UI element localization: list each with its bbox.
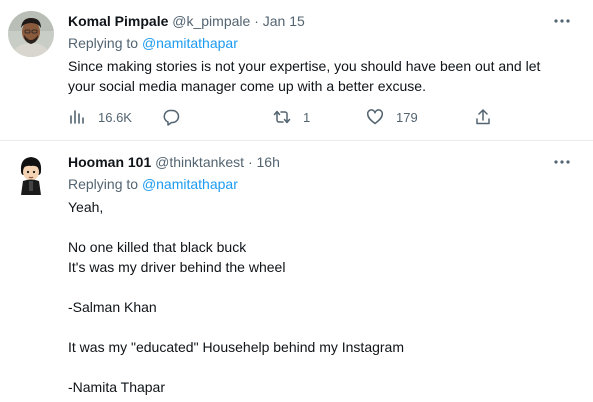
avatar[interactable] [8, 11, 54, 57]
display-name[interactable]: Hooman 101 [68, 154, 151, 170]
replying-to-mention[interactable]: @namitathapar [142, 35, 238, 51]
more-options-button[interactable] [553, 153, 571, 171]
tweet-actions: 16.6K 1 179 [68, 107, 573, 127]
tweet-header: Hooman 101 @thinktankest · 16h [68, 152, 280, 172]
tweet-text-line: It's was my driver behind the wheel [68, 259, 286, 275]
user-handle[interactable]: @k_pimpale [172, 13, 250, 29]
replying-to-line: Replying to @namitathapar [68, 174, 238, 194]
avatar-photo-icon [8, 11, 54, 57]
avatar[interactable] [8, 151, 54, 197]
tweet-text-line [68, 357, 573, 377]
tweet-text-line: No one killed that black buck [68, 239, 247, 255]
more-horizontal-icon [554, 160, 570, 164]
reply-button[interactable] [162, 107, 192, 127]
retweet-count: 1 [303, 109, 311, 125]
display-name[interactable]: Komal Pimpale [68, 13, 168, 29]
retweet-icon [273, 110, 291, 124]
more-horizontal-icon [554, 19, 570, 23]
tweet-text-line [68, 217, 573, 237]
timestamp[interactable]: Jan 15 [263, 13, 305, 29]
chat-bubble-icon [163, 109, 180, 126]
avatar-cartoon-icon [8, 151, 54, 197]
like-button[interactable]: 179 [366, 107, 418, 127]
bar-chart-icon [70, 110, 84, 124]
tweet-text: Yeah, No one killed that black buck It's… [68, 197, 573, 397]
user-handle[interactable]: @thinktankest [155, 154, 244, 170]
retweet-button[interactable]: 1 [273, 107, 310, 127]
timestamp[interactable]: 16h [257, 154, 280, 170]
views-count: 16.6K [98, 109, 132, 125]
views-button[interactable]: 16.6K [68, 107, 132, 127]
tweet-text-line: Since making stories is not your experti… [68, 58, 541, 74]
tweet-text-line: Yeah, [68, 199, 104, 215]
tweet-komal[interactable]: Komal Pimpale @k_pimpale · Jan 15 Replyi… [0, 0, 593, 140]
tweet-thread: Komal Pimpale @k_pimpale · Jan 15 Replyi… [0, 0, 593, 402]
tweet-text-line: your social media manager come up with a… [68, 78, 426, 94]
heart-icon [367, 109, 383, 125]
share-upload-icon [476, 109, 490, 125]
tweet-text-line: -Salman Khan [68, 299, 157, 315]
tweet-text: Since making stories is not your experti… [68, 56, 573, 96]
replying-to-mention[interactable]: @namitathapar [142, 176, 238, 192]
tweet-text-line: It was my "educated" Househelp behind my… [68, 339, 404, 355]
tweet-header: Komal Pimpale @k_pimpale · Jan 15 [68, 11, 305, 31]
like-count: 179 [396, 109, 418, 125]
replying-to-line: Replying to @namitathapar [68, 33, 238, 53]
separator-dot: · [254, 13, 259, 29]
replying-to-label: Replying to [68, 35, 139, 51]
more-options-button[interactable] [553, 12, 571, 30]
share-button[interactable] [474, 107, 492, 127]
replying-to-label: Replying to [68, 176, 139, 192]
separator-dot: · [247, 154, 253, 170]
tweet-text-line: -Namita Thapar [68, 379, 166, 395]
tweet-hooman[interactable]: Hooman 101 @thinktankest · 16h Replying … [0, 141, 593, 402]
tweet-text-line [68, 317, 573, 337]
tweet-text-line [68, 277, 573, 297]
